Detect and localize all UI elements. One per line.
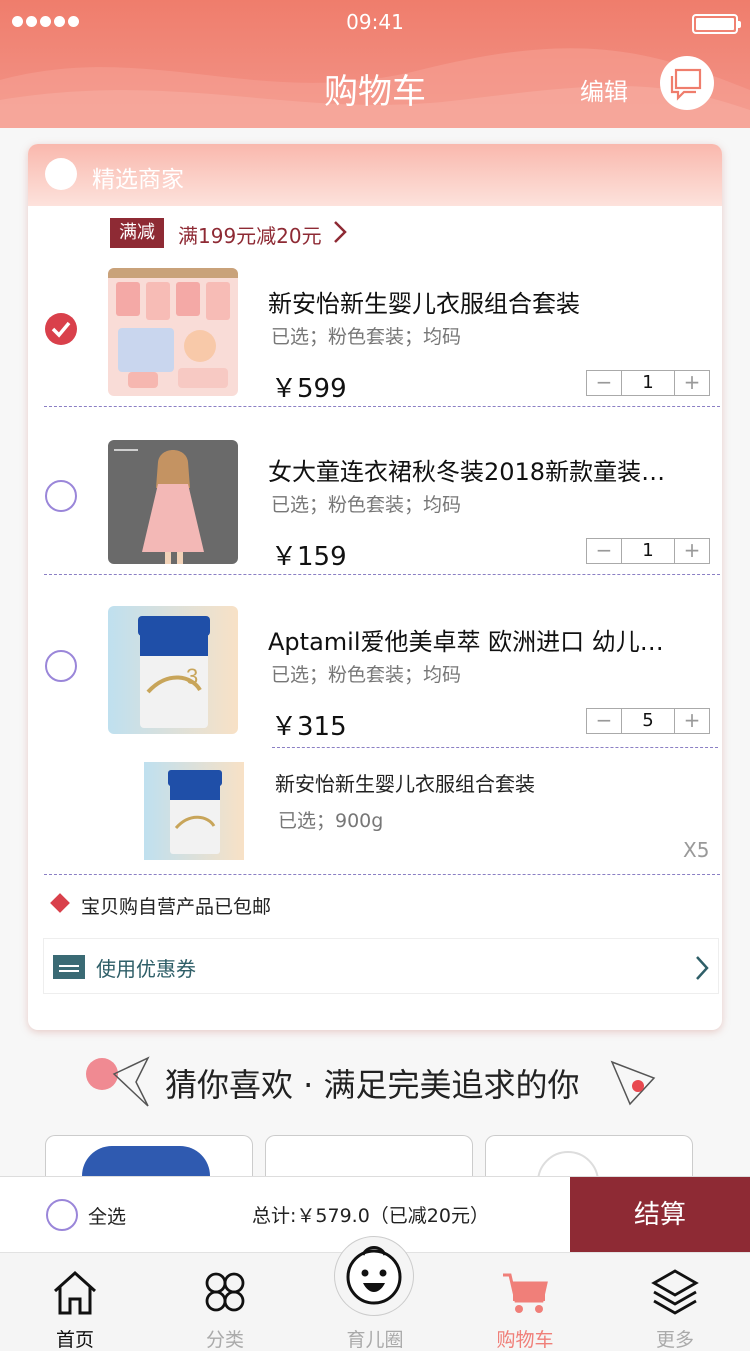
page-title: 购物车 bbox=[324, 72, 426, 112]
item-divider bbox=[44, 874, 720, 875]
product-spec[interactable]: 已选；粉色套装；均码 bbox=[271, 660, 461, 687]
tab-home[interactable]: 首页 bbox=[0, 1253, 150, 1351]
recommend-title: 猜你喜欢 · 满足完美追求的你 bbox=[165, 1066, 580, 1104]
girl-dress-image bbox=[108, 440, 238, 564]
cart-icon bbox=[503, 1273, 548, 1313]
message-button[interactable] bbox=[660, 56, 714, 110]
header-bar: 09:41 购物车 编辑 bbox=[0, 0, 750, 128]
coupon-icon bbox=[53, 955, 85, 979]
quantity-stepper: − 1 + bbox=[586, 370, 710, 396]
tab-more[interactable]: 更多 bbox=[600, 1253, 750, 1351]
tab-label: 育儿圈 bbox=[346, 1329, 404, 1351]
select-all-radio[interactable] bbox=[46, 1199, 78, 1231]
chat-bubble-icon bbox=[670, 68, 702, 101]
plus-button[interactable]: + bbox=[675, 709, 709, 733]
quantity-stepper: − 1 + bbox=[586, 538, 710, 564]
gift-name: 新安怡新生婴儿衣服组合套装 bbox=[275, 772, 535, 796]
coupon-label: 使用优惠券 bbox=[96, 957, 196, 981]
plus-button[interactable]: + bbox=[675, 371, 709, 395]
balloon-decoration-icon bbox=[610, 1060, 656, 1106]
product-price: ￥159 bbox=[271, 542, 347, 572]
gift-spec: 已选；900g bbox=[278, 810, 384, 832]
chevron-right-icon bbox=[696, 956, 709, 980]
gift-thumbnail[interactable] bbox=[144, 762, 244, 860]
promo-text[interactable]: 满199元减20元 bbox=[178, 220, 322, 249]
product-spec[interactable]: 已选；粉色套装；均码 bbox=[271, 490, 461, 517]
item-divider bbox=[44, 406, 720, 407]
shop-cart-card: 精选商家 满减 满199元减20元 新安怡新生婴儿衣服组合套装 已选；粉色套装；… bbox=[28, 144, 722, 1030]
product-price: ￥315 bbox=[271, 712, 347, 742]
quantity-value[interactable]: 1 bbox=[621, 539, 675, 563]
balloon-decoration-icon bbox=[86, 1056, 150, 1107]
quantity-value[interactable]: 1 bbox=[621, 371, 675, 395]
product-name[interactable]: 新安怡新生婴儿衣服组合套装 bbox=[268, 284, 708, 319]
promo-tag: 满减 bbox=[110, 218, 164, 248]
item-check-radio[interactable] bbox=[45, 313, 77, 345]
home-icon bbox=[53, 1270, 97, 1315]
cart-item: 女大童连衣裙秋冬装2018新款童装… 已选；粉色套装；均码 ￥159 − 1 + bbox=[28, 428, 722, 596]
select-all-label[interactable]: 全选 bbox=[88, 1202, 126, 1229]
product-thumbnail[interactable] bbox=[108, 268, 238, 396]
shipping-note: 宝贝购自营产品已包邮 bbox=[81, 896, 272, 918]
baby-face-icon bbox=[346, 1246, 402, 1305]
product-spec[interactable]: 已选；粉色套装；均码 bbox=[271, 322, 461, 349]
item-divider bbox=[272, 747, 718, 748]
cart-item: 3 Aptamil爱他美卓萃 欧洲进口 幼儿… 已选；粉色套装；均码 ￥315 … bbox=[28, 598, 722, 766]
milk-powder-image: 3 bbox=[108, 606, 238, 734]
battery-icon bbox=[692, 14, 741, 34]
total-price: 总计:￥579.0（已减20元） bbox=[252, 1205, 489, 1227]
item-check-radio[interactable] bbox=[45, 650, 77, 682]
product-thumbnail[interactable]: 3 bbox=[108, 606, 238, 734]
tab-cart[interactable]: 购物车 bbox=[450, 1253, 600, 1351]
checkmark-icon bbox=[51, 321, 71, 338]
product-name[interactable]: 女大童连衣裙秋冬装2018新款童装… bbox=[268, 452, 708, 487]
minus-button[interactable]: − bbox=[587, 371, 621, 395]
shop-select-radio[interactable] bbox=[45, 158, 77, 190]
diamond-icon bbox=[50, 893, 70, 913]
item-check-radio[interactable] bbox=[45, 480, 77, 512]
item-divider bbox=[44, 574, 720, 575]
coupon-row[interactable]: 使用优惠券 bbox=[43, 938, 719, 994]
cart-item: 新安怡新生婴儿衣服组合套装 已选；粉色套装；均码 ￥599 − 1 + bbox=[28, 260, 722, 428]
quantity-stepper: − 5 + bbox=[586, 708, 710, 734]
layers-icon bbox=[651, 1269, 699, 1315]
tab-label: 分类 bbox=[205, 1329, 244, 1351]
parenting-center-button[interactable] bbox=[334, 1236, 414, 1316]
tab-category[interactable]: 分类 bbox=[150, 1253, 300, 1351]
edit-button[interactable]: 编辑 bbox=[580, 72, 628, 107]
quantity-value[interactable]: 5 bbox=[621, 709, 675, 733]
minus-button[interactable]: − bbox=[587, 539, 621, 563]
category-icon bbox=[205, 1272, 245, 1312]
plus-button[interactable]: + bbox=[675, 539, 709, 563]
status-bar: 09:41 bbox=[0, 10, 750, 36]
product-price: ￥599 bbox=[271, 374, 347, 404]
shop-header: 精选商家 bbox=[28, 144, 722, 206]
product-thumbnail[interactable] bbox=[108, 440, 238, 564]
shop-name: 精选商家 bbox=[92, 167, 184, 193]
tab-label: 首页 bbox=[55, 1329, 94, 1351]
tab-label: 更多 bbox=[655, 1329, 694, 1351]
gift-quantity: X5 bbox=[683, 838, 710, 862]
chevron-right-icon[interactable] bbox=[332, 220, 348, 244]
svg-text:3: 3 bbox=[186, 664, 198, 689]
baby-clothes-image bbox=[108, 268, 238, 396]
minus-button[interactable]: − bbox=[587, 709, 621, 733]
status-time: 09:41 bbox=[346, 10, 404, 34]
tab-label: 购物车 bbox=[496, 1329, 554, 1351]
product-name[interactable]: Aptamil爱他美卓萃 欧洲进口 幼儿… bbox=[268, 622, 708, 657]
milk-powder-image bbox=[144, 762, 244, 860]
checkout-button[interactable]: 结算 bbox=[570, 1177, 750, 1253]
